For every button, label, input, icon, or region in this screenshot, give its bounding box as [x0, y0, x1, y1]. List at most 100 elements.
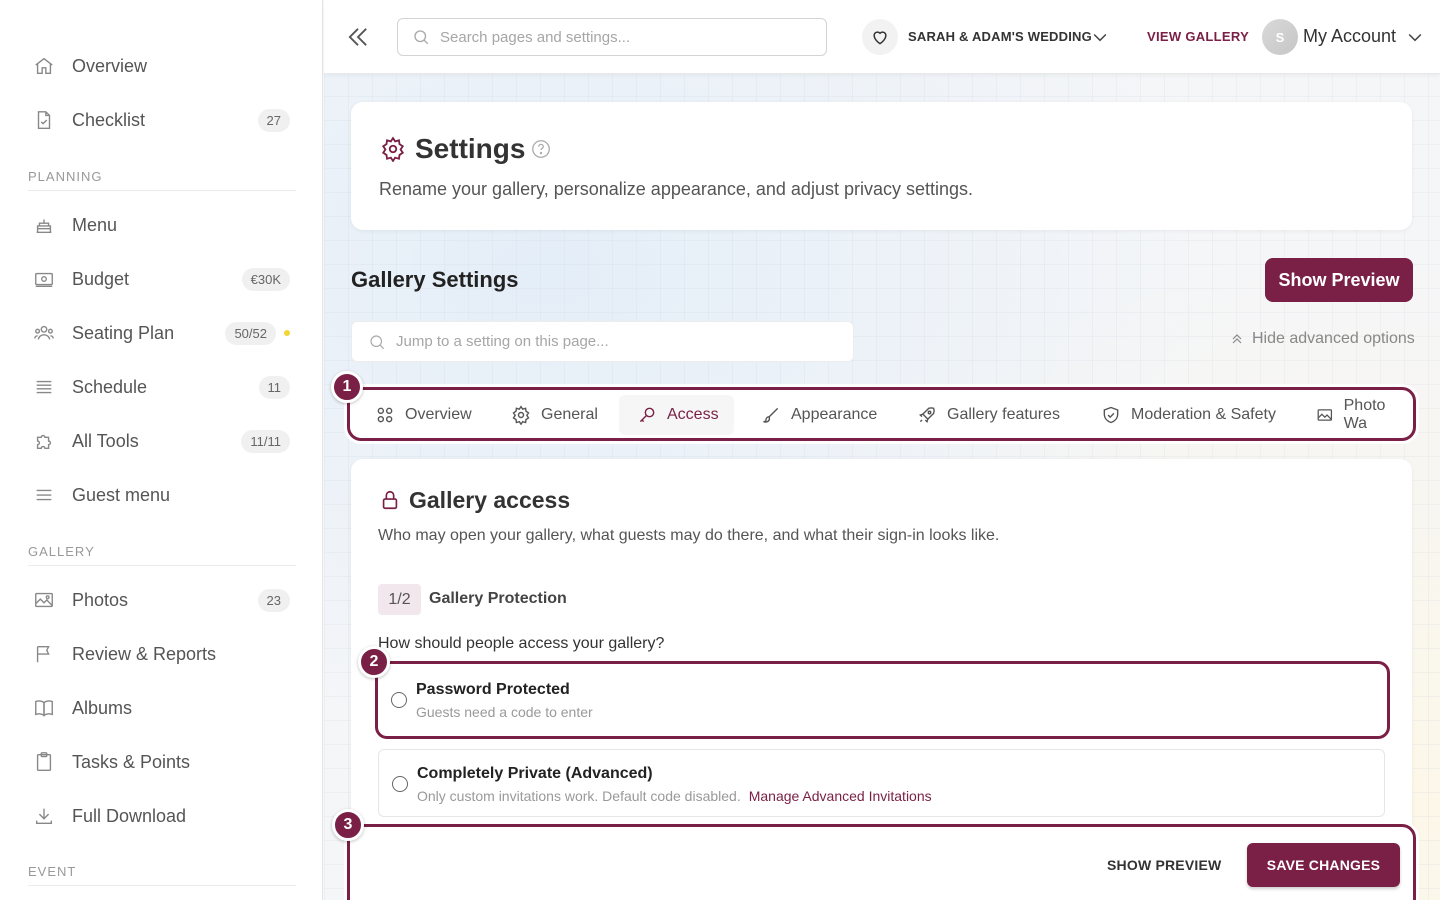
section-subtitle: Who may open your gallery, what guests m…: [378, 527, 1000, 544]
money-icon: [32, 267, 56, 291]
sidebar-item-photos[interactable]: Photos 23: [28, 580, 294, 620]
tab-general[interactable]: General: [503, 395, 606, 435]
annotation-marker-1: 1: [331, 371, 363, 403]
tab-access[interactable]: Access: [619, 395, 734, 435]
tab-label: Moderation & Safety: [1131, 406, 1276, 423]
tab-label: Appearance: [791, 406, 878, 423]
sidebar-item-label: Checklist: [72, 109, 146, 130]
key-icon: [639, 407, 655, 423]
tab-label: Overview: [405, 406, 472, 423]
sidebar-item-albums[interactable]: Albums: [28, 688, 294, 728]
search-icon: [368, 333, 386, 351]
page-subtitle: Rename your gallery, personalize appeara…: [379, 179, 973, 199]
book-icon: [32, 696, 56, 720]
home-icon: [32, 54, 56, 78]
tab-label: Photo Wa: [1343, 397, 1386, 432]
sidebar-item-label: All Tools: [72, 430, 139, 451]
annotation-marker-3: 3: [332, 809, 364, 841]
section-title-gallery: GALLERY: [28, 544, 296, 566]
menu-lines-icon: [32, 483, 56, 507]
account-menu[interactable]: My Account: [1303, 26, 1396, 47]
sidebar-item-label: Full Download: [72, 805, 187, 826]
sidebar-item-guest-menu[interactable]: Guest menu: [28, 475, 294, 515]
people-icon: [32, 321, 56, 345]
option-completely-private[interactable]: Completely Private (Advanced) Only custo…: [378, 749, 1385, 817]
count-badge: 11/11: [241, 429, 290, 453]
section-title-planning: PLANNING: [28, 169, 296, 191]
sidebar-item-label: Menu: [72, 214, 118, 235]
sidebar-item-all-tools[interactable]: All Tools 11/11: [28, 421, 294, 461]
view-gallery-link[interactable]: VIEW GALLERY: [1147, 29, 1249, 44]
hide-advanced-label: Hide advanced options: [1252, 330, 1415, 347]
puzzle-icon: [32, 429, 56, 453]
search-input[interactable]: [440, 28, 826, 46]
sidebar-item-budget[interactable]: Budget €30K: [28, 259, 294, 299]
photo-icon: [1317, 409, 1333, 421]
tab-appearance[interactable]: Appearance: [753, 395, 885, 435]
tab-photo-wall[interactable]: Photo Wa: [1308, 395, 1413, 435]
wedding-selector[interactable]: SARAH & ADAM'S WEDDING: [908, 29, 1092, 44]
sidebar-item-label: Budget: [72, 268, 130, 289]
gear-icon: [512, 405, 530, 425]
annotation-marker-2: 2: [358, 646, 390, 678]
chevron-down-icon[interactable]: [1405, 27, 1425, 47]
option-description: Guests need a code to enter: [416, 704, 593, 720]
footer-action-bar: SHOW PREVIEW SAVE CHANGES: [347, 824, 1416, 900]
sidebar-item-label: Albums: [72, 697, 133, 718]
show-preview-footer-button[interactable]: SHOW PREVIEW: [1107, 857, 1221, 873]
sidebar-item-checklist[interactable]: Checklist 27: [28, 100, 294, 140]
show-preview-button[interactable]: Show Preview: [1265, 258, 1413, 302]
grid-icon: [377, 407, 393, 423]
sidebar-item-label: Review & Reports: [72, 643, 217, 664]
sidebar-item-full-download[interactable]: Full Download: [28, 796, 294, 836]
download-icon: [32, 804, 56, 828]
settings-header-card: Settings Rename your gallery, personaliz…: [351, 102, 1412, 230]
tab-moderation-safety[interactable]: Moderation & Safety: [1093, 395, 1284, 435]
help-icon[interactable]: [530, 138, 552, 160]
tab-overview[interactable]: Overview: [367, 395, 480, 435]
chevron-down-icon[interactable]: [1090, 27, 1110, 47]
sidebar: Overview Checklist 27 PLANNING Menu Budg…: [0, 0, 323, 900]
count-badge: 50/52: [225, 321, 276, 345]
option-password-protected[interactable]: Password Protected Guests need a code to…: [375, 661, 1390, 739]
sidebar-item-seating-plan[interactable]: Seating Plan 50/52: [28, 313, 294, 353]
gear-icon: [380, 136, 406, 163]
global-search[interactable]: [397, 18, 827, 56]
save-changes-button[interactable]: SAVE CHANGES: [1247, 843, 1400, 887]
image-icon: [32, 588, 56, 612]
chevrons-up-icon: [1232, 334, 1242, 344]
sidebar-item-review-reports[interactable]: Review & Reports: [28, 634, 294, 674]
radio-button[interactable]: [391, 692, 407, 708]
flag-icon: [32, 642, 56, 666]
option-title: Completely Private (Advanced): [417, 765, 653, 782]
heart-icon[interactable]: [862, 19, 898, 55]
access-question: How should people access your gallery?: [378, 635, 665, 652]
checklist-icon: [32, 108, 56, 132]
shield-check-icon: [1103, 406, 1119, 424]
search-icon: [412, 28, 430, 46]
manage-invitations-link[interactable]: Manage Advanced Invitations: [749, 788, 932, 804]
step-badge: 1/2: [378, 584, 421, 615]
radio-button[interactable]: [392, 776, 408, 792]
jump-input[interactable]: [396, 333, 853, 350]
clipboard-icon: [32, 750, 56, 774]
top-bar: SARAH & ADAM'S WEDDING VIEW GALLERY S My…: [324, 0, 1440, 74]
count-badge: 23: [257, 588, 290, 612]
collapse-sidebar-icon[interactable]: [344, 23, 372, 51]
sidebar-item-overview[interactable]: Overview: [28, 46, 294, 86]
sidebar-item-label: Seating Plan: [72, 322, 175, 343]
tab-label: General: [541, 406, 598, 423]
sidebar-item-label: Guest menu: [72, 484, 171, 505]
sidebar-item-schedule[interactable]: Schedule 11: [28, 367, 294, 407]
tab-gallery-features[interactable]: Gallery features: [909, 395, 1068, 435]
gallery-settings-title: Gallery Settings: [351, 267, 519, 292]
jump-to-setting[interactable]: [351, 321, 854, 362]
hide-advanced-toggle[interactable]: Hide advanced options: [1229, 330, 1415, 348]
page-title: Settings: [415, 133, 526, 164]
avatar[interactable]: S: [1262, 19, 1298, 55]
option-desc-text: Only custom invitations work. Default co…: [417, 788, 741, 804]
sidebar-item-tasks-points[interactable]: Tasks & Points: [28, 742, 294, 782]
sidebar-item-label: Schedule: [72, 376, 148, 397]
sidebar-item-menu[interactable]: Menu: [28, 205, 294, 245]
sidebar-item-label: Tasks & Points: [72, 751, 191, 772]
